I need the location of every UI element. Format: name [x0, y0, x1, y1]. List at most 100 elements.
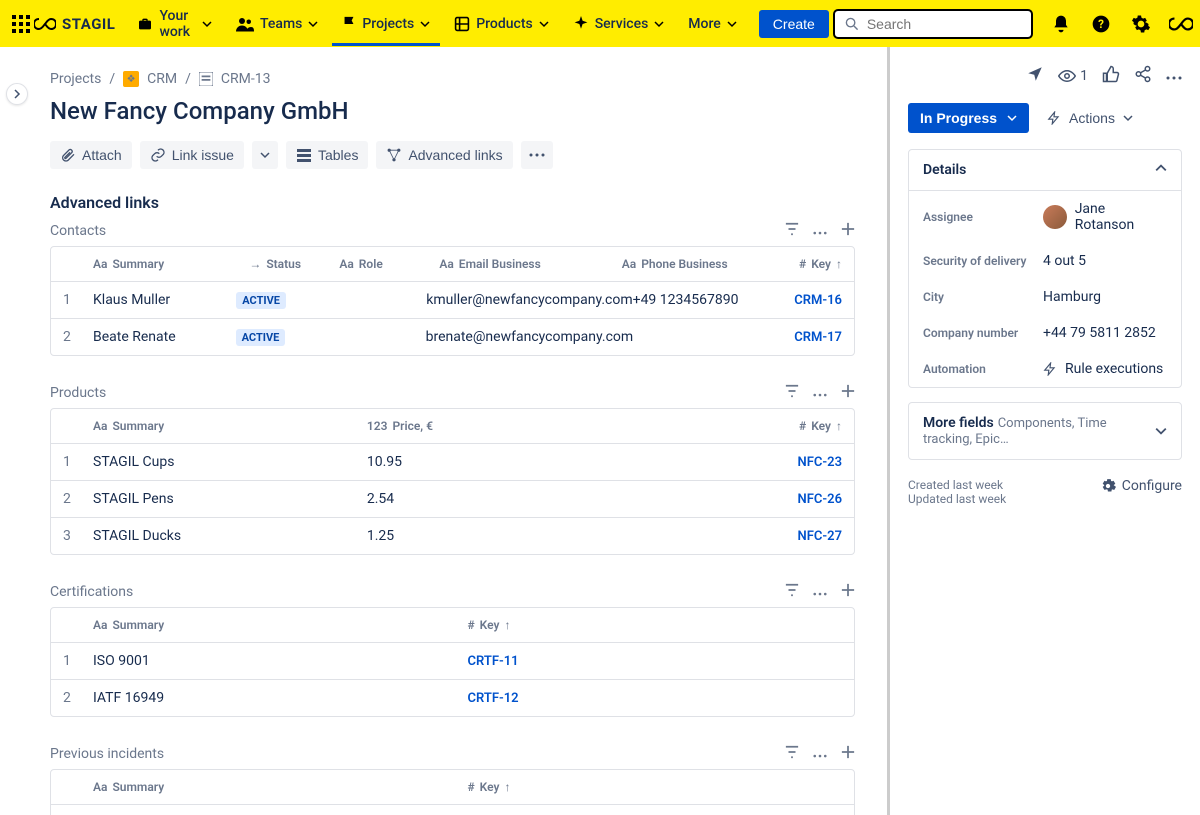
- nav-your-work[interactable]: Your work: [127, 2, 222, 46]
- arrow-icon: →: [249, 257, 261, 271]
- table-row[interactable]: 2 IATF 16949 CRTF-12: [51, 679, 854, 716]
- issue-key-link[interactable]: CRM-17: [794, 330, 842, 345]
- nav-label: Services: [595, 16, 649, 32]
- add-icon[interactable]: [841, 222, 855, 240]
- page-title: New Fancy Company GmbH: [50, 97, 855, 125]
- tables-button[interactable]: Tables: [286, 141, 368, 169]
- attach-button[interactable]: Attach: [50, 141, 132, 169]
- link-icon: [150, 147, 166, 163]
- table-row[interactable]: 3 STAGIL Ducks 1.25 NFC-27: [51, 517, 854, 554]
- app-switcher-icon[interactable]: [12, 12, 30, 36]
- more-icon[interactable]: [1166, 68, 1182, 84]
- certifications-label: Certifications: [50, 584, 133, 600]
- issue-key-link[interactable]: NFC-27: [798, 529, 842, 544]
- more-actions-button[interactable]: [521, 141, 553, 169]
- contacts-label: Contacts: [50, 223, 106, 239]
- link-issue-dropdown[interactable]: [252, 141, 278, 169]
- automation-link[interactable]: Rule executions: [1043, 361, 1167, 377]
- share-icon[interactable]: [1134, 65, 1152, 87]
- table-icon: [296, 147, 312, 163]
- text-type-icon: Aa: [339, 257, 353, 271]
- field-label: Automation: [923, 362, 1043, 376]
- more-icon[interactable]: [813, 584, 827, 600]
- nav-more[interactable]: More: [678, 10, 747, 38]
- like-icon[interactable]: [1102, 65, 1120, 87]
- chevron-down-icon: [654, 19, 664, 29]
- more-icon[interactable]: [813, 385, 827, 401]
- table-row[interactable]: 1 Order #8432 was not delivered in time …: [51, 804, 854, 815]
- nav-teams[interactable]: Teams: [226, 10, 328, 38]
- issue-key-link[interactable]: CRTF-12: [468, 691, 519, 706]
- watch-button[interactable]: 1: [1058, 67, 1088, 85]
- help-icon[interactable]: ?: [1089, 12, 1113, 36]
- configure-button[interactable]: Configure: [1100, 478, 1182, 494]
- issue-key-link[interactable]: CRM-16: [794, 293, 842, 308]
- text-type-icon: Aa: [93, 780, 107, 794]
- number-type-icon: 123: [367, 419, 388, 433]
- add-icon[interactable]: [841, 583, 855, 601]
- chevron-right-icon: [12, 89, 22, 99]
- paperclip-icon: [60, 147, 76, 163]
- breadcrumb-projects[interactable]: Projects: [50, 71, 101, 87]
- notification-icon[interactable]: [1049, 12, 1073, 36]
- search-box[interactable]: [833, 9, 1033, 39]
- add-icon[interactable]: [841, 384, 855, 402]
- box-icon: [454, 16, 470, 32]
- advanced-links-button[interactable]: Advanced links: [376, 141, 512, 169]
- link-issue-button[interactable]: Link issue: [140, 141, 244, 169]
- nav-label: More: [688, 16, 721, 32]
- chevron-down-icon: [1123, 113, 1133, 123]
- issue-key-link[interactable]: NFC-23: [798, 455, 842, 470]
- field-label: City: [923, 290, 1043, 304]
- more-icon[interactable]: [813, 746, 827, 762]
- field-label: Company number: [923, 326, 1043, 340]
- table-row[interactable]: 1 Klaus Muller ACTIVE kmuller@newfancyco…: [51, 281, 854, 318]
- details-toggle[interactable]: Details: [909, 150, 1181, 191]
- flag-icon: [342, 16, 356, 32]
- nav-products[interactable]: Products: [444, 10, 559, 38]
- section-advanced-links-title: Advanced links: [50, 193, 855, 212]
- field-label: Security of delivery: [923, 254, 1043, 268]
- text-type-icon: Aa: [93, 257, 107, 271]
- filter-icon[interactable]: [785, 384, 799, 402]
- table-row[interactable]: 2 STAGIL Pens 2.54 NFC-26: [51, 480, 854, 517]
- assignee-value[interactable]: Jane Rotanson: [1043, 201, 1167, 233]
- briefcase-icon: [137, 16, 153, 32]
- dots-icon: [529, 153, 545, 157]
- issue-type-icon: [199, 72, 213, 86]
- settings-icon[interactable]: [1129, 12, 1153, 36]
- create-button[interactable]: Create: [759, 10, 829, 38]
- table-row[interactable]: 2 Beate Renate ACTIVE brenate@newfancyco…: [51, 318, 854, 355]
- expand-sidebar-button[interactable]: [6, 83, 28, 105]
- nav-label: Teams: [260, 16, 302, 32]
- brand-logo[interactable]: STAGIL: [34, 15, 115, 33]
- filter-icon[interactable]: [785, 583, 799, 601]
- breadcrumb-issue[interactable]: CRM-13: [221, 71, 271, 87]
- filter-icon[interactable]: [785, 745, 799, 763]
- search-input[interactable]: [867, 16, 1048, 32]
- status-dropdown[interactable]: In Progress: [908, 103, 1029, 133]
- more-icon[interactable]: [813, 223, 827, 239]
- field-value[interactable]: Hamburg: [1043, 289, 1167, 305]
- more-fields-toggle[interactable]: More fieldsComponents, Time tracking, Ep…: [908, 402, 1182, 460]
- incidents-label: Previous incidents: [50, 746, 164, 762]
- incidents-table: AaSummary #Key↑ 1 Order #8432 was not de…: [50, 769, 855, 815]
- actions-dropdown[interactable]: Actions: [1039, 103, 1141, 133]
- add-icon[interactable]: [841, 745, 855, 763]
- field-value[interactable]: +44 79 5811 2852: [1043, 325, 1167, 341]
- table-row[interactable]: 1 ISO 9001 CRTF-11: [51, 642, 854, 679]
- field-value[interactable]: 4 out 5: [1043, 253, 1167, 269]
- issue-key-link[interactable]: NFC-26: [798, 492, 842, 507]
- updated-label: Updated last week: [908, 492, 1006, 506]
- chevron-down-icon: [308, 19, 318, 29]
- contacts-table: AaSummary →Status AaRole AaEmail Busines…: [50, 246, 855, 356]
- filter-icon[interactable]: [785, 222, 799, 240]
- nav-services[interactable]: Services: [563, 10, 675, 38]
- nav-projects[interactable]: Projects: [332, 2, 440, 46]
- breadcrumb-crm[interactable]: CRM: [147, 71, 177, 87]
- stagil-icon[interactable]: [1169, 12, 1193, 36]
- table-row[interactable]: 1 STAGIL Cups 10.95 NFC-23: [51, 443, 854, 480]
- hash-icon: #: [468, 780, 475, 794]
- feedback-icon[interactable]: [1026, 65, 1044, 87]
- issue-key-link[interactable]: CRTF-11: [468, 654, 519, 669]
